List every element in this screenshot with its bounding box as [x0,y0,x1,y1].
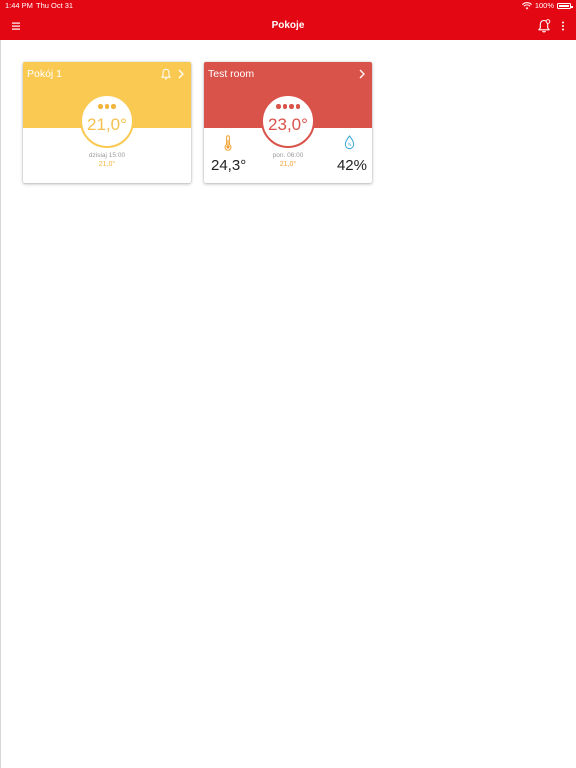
mode-dot [98,104,103,109]
thermometer-icon [224,135,232,151]
more-options-icon[interactable] [557,19,569,33]
status-time: 1:44 PM [5,1,33,10]
room-name: Test room [208,68,255,80]
status-date: Thu Oct 31 [36,1,74,10]
chevron-right-icon[interactable] [358,69,366,79]
room-card-pokoj-1[interactable]: Pokój 1 21,0° dzisiaj 15:00 21,0° [23,62,191,183]
status-bar: 1:44 PM Thu Oct 31 100% [0,0,576,12]
mode-dot [282,104,287,109]
humidity-value: 42% [336,157,367,174]
mode-dot [104,104,110,109]
mode-dots [82,104,132,109]
setpoint-temperature: 23,0° [268,115,308,134]
setpoint-dial[interactable]: 21,0° [80,94,134,148]
battery-icon [557,3,573,9]
page-title: Pokoje [271,20,305,31]
mode-dot [276,104,281,109]
room-card-test-room[interactable]: Test room 23,0° 24,3° pon. 06:00 21,0° %… [204,62,372,183]
mode-dot [289,104,294,109]
schedule-time: dzisiaj 15:00 [88,152,126,159]
setpoint-temperature: 21,0° [87,115,127,134]
mode-dot [295,104,300,109]
chevron-right-icon[interactable] [177,69,185,79]
mode-dots [263,104,313,109]
setpoint-dial[interactable]: 23,0° [261,94,315,148]
room-alert-bell-icon[interactable] [160,68,172,81]
nav-bar: Pokoje [0,12,576,40]
status-right: 100% [521,0,573,12]
notifications-bell-icon[interactable] [536,18,552,34]
droplet-icon: % [344,135,355,150]
svg-text:%: % [348,142,352,147]
wifi-icon [521,2,532,10]
battery-percent: 100% [534,1,554,10]
mode-dot [111,104,116,109]
schedule-temperature: 21,0° [98,161,116,168]
room-name: Pokój 1 [27,68,63,80]
page-left-border [0,40,1,768]
